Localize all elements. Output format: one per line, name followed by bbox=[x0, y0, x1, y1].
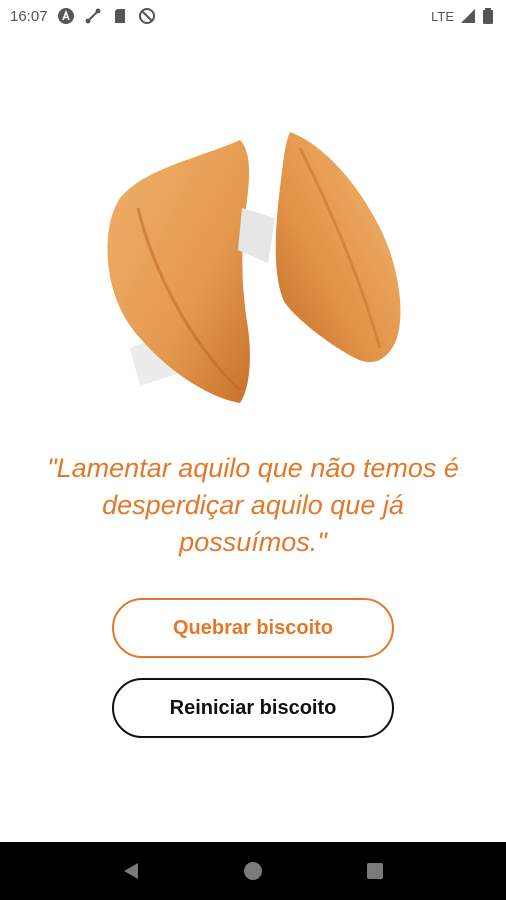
route-icon bbox=[84, 7, 102, 25]
cookie-left-half bbox=[107, 140, 250, 403]
fortune-cookie-broken-image bbox=[107, 132, 401, 403]
status-left: 16:07 bbox=[10, 7, 156, 25]
battery-icon bbox=[482, 7, 494, 25]
status-right: LTE bbox=[431, 7, 494, 25]
fortune-quote: "Lamentar aquilo que não temos é desperd… bbox=[47, 453, 459, 557]
home-icon[interactable] bbox=[238, 856, 268, 886]
recents-icon[interactable] bbox=[360, 856, 390, 886]
status-bar: 16:07 LTE bbox=[0, 0, 506, 32]
a-circle-icon bbox=[57, 7, 75, 25]
navigation-bar bbox=[0, 842, 506, 900]
no-disturb-icon bbox=[138, 7, 156, 25]
fortune-cookie-image bbox=[100, 128, 410, 413]
reset-cookie-button[interactable]: Reiniciar biscoito bbox=[112, 678, 394, 738]
network-label: LTE bbox=[431, 8, 454, 24]
break-cookie-button[interactable]: Quebrar biscoito bbox=[112, 598, 394, 658]
fortune-paper-center bbox=[238, 208, 275, 263]
app-screen: 16:07 LTE "Lamentar aquilo que não temos… bbox=[0, 0, 506, 900]
status-time: 16:07 bbox=[10, 7, 48, 25]
back-icon[interactable] bbox=[116, 856, 146, 886]
sd-card-icon bbox=[111, 7, 129, 25]
cookie-right-half bbox=[275, 132, 401, 363]
signal-icon bbox=[459, 7, 477, 25]
